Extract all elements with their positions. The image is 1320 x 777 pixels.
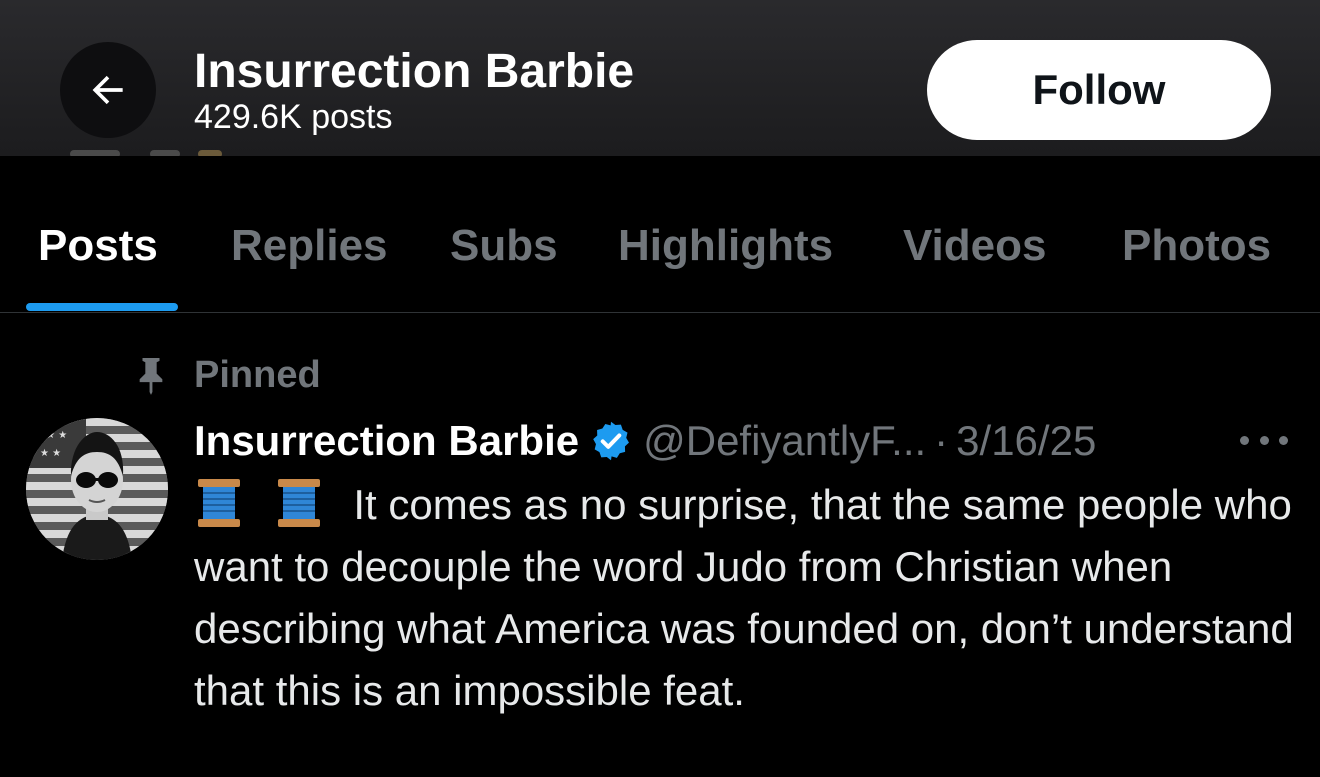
avatar[interactable]: ★ ★ ★ ★ ★ bbox=[26, 418, 168, 560]
profile-header: Insurrection Barbie 429.6K posts Follow bbox=[0, 0, 1320, 156]
post-text-content: It comes as no surprise, that the same p… bbox=[194, 481, 1294, 714]
active-tab-indicator bbox=[26, 303, 178, 311]
post-date[interactable]: 3/16/25 bbox=[956, 417, 1096, 465]
verified-badge-icon bbox=[593, 421, 630, 461]
post-count: 429.6K posts bbox=[194, 98, 393, 136]
tab-highlights[interactable]: Highlights bbox=[618, 220, 833, 272]
more-dot-icon bbox=[1240, 435, 1249, 445]
spool-of-thread-icon bbox=[277, 479, 320, 527]
profile-name: Insurrection Barbie bbox=[194, 45, 635, 98]
svg-text:★ ★: ★ ★ bbox=[40, 448, 61, 459]
post-author[interactable]: Insurrection Barbie bbox=[194, 417, 579, 465]
follow-button[interactable]: Follow bbox=[927, 40, 1271, 140]
tab-posts[interactable]: Posts bbox=[38, 220, 158, 272]
arrow-left-icon bbox=[92, 75, 123, 105]
tab-videos[interactable]: Videos bbox=[903, 220, 1046, 272]
pinned-label: Pinned bbox=[194, 353, 321, 396]
more-options-button[interactable] bbox=[1240, 420, 1288, 460]
post-handle[interactable]: @DefiyantlyF... bbox=[643, 417, 926, 465]
back-button[interactable] bbox=[60, 42, 156, 138]
spool-of-thread-icon bbox=[198, 479, 240, 527]
more-dot-icon bbox=[1279, 435, 1288, 445]
avatar-image: ★ ★ ★ ★ ★ bbox=[26, 418, 168, 560]
post-text: It comes as no surprise, that the same p… bbox=[194, 474, 1294, 722]
pin-icon bbox=[139, 358, 163, 395]
profile-tabs: Posts Replies Subs Highlights Videos Pho… bbox=[0, 156, 1320, 313]
more-dot-icon bbox=[1259, 435, 1269, 445]
tab-photos[interactable]: Photos bbox=[1122, 220, 1271, 272]
pinned-indicator: Pinned bbox=[134, 352, 321, 398]
post-header: Insurrection Barbie @DefiyantlyF... · 3/… bbox=[194, 416, 1096, 466]
svg-text:★ ★ ★: ★ ★ ★ bbox=[34, 430, 67, 441]
tab-replies[interactable]: Replies bbox=[231, 220, 388, 272]
tab-subs[interactable]: Subs bbox=[450, 220, 558, 272]
separator-dot: · bbox=[934, 417, 949, 464]
